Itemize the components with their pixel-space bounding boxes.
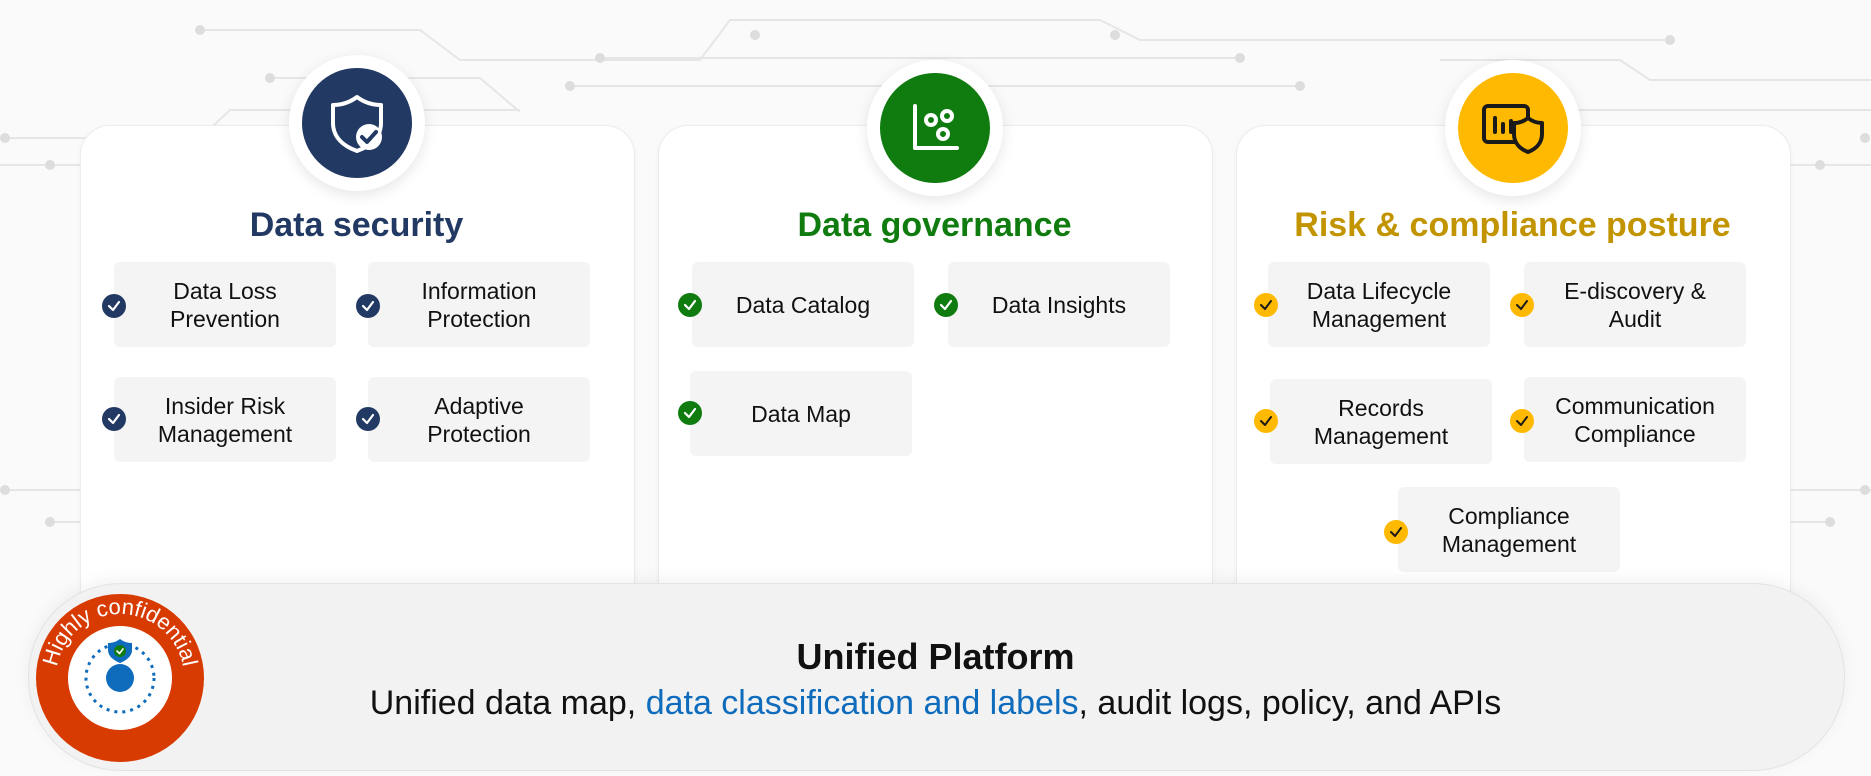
item-label: Insider Risk Management — [157, 392, 293, 447]
data-security-title: Data security — [249, 206, 464, 244]
check-icon — [1384, 520, 1408, 544]
item-label: Data Map — [751, 400, 851, 427]
check-icon — [678, 293, 702, 317]
sensitivity-label-icon: Highly confidential — [36, 594, 204, 762]
check-icon — [102, 407, 126, 431]
check-icon — [356, 407, 380, 431]
check-icon — [1510, 293, 1534, 317]
item-data-catalog: Data Catalog — [692, 262, 914, 347]
item-label: Communication Compliance — [1555, 392, 1715, 447]
item-records-management: Records Management — [1270, 379, 1492, 464]
item-label: Adaptive Protection — [427, 392, 531, 447]
item-adaptive-protection: Adaptive Protection — [368, 377, 590, 462]
item-compliance-management: Compliance Management — [1398, 487, 1620, 572]
risk-compliance-title: Risk & compliance posture — [1294, 206, 1731, 244]
item-e-discovery-audit: E-discovery & Audit — [1524, 262, 1746, 347]
check-icon — [934, 293, 958, 317]
check-icon — [678, 401, 702, 425]
item-label: E-discovery & Audit — [1564, 277, 1706, 332]
check-icon — [102, 294, 126, 318]
item-label: Data Catalog — [735, 291, 871, 318]
desc-text-after: , audit logs, policy, and APIs — [1078, 684, 1502, 722]
chart-dots-icon — [867, 60, 1003, 196]
item-label: Data Lifecycle Management — [1306, 277, 1452, 332]
item-data-lifecycle-management: Data Lifecycle Management — [1268, 262, 1490, 347]
check-icon — [1254, 293, 1278, 317]
item-label: Data Loss Prevention — [170, 277, 280, 332]
desc-highlight: data classification and labels — [645, 684, 1079, 722]
item-data-loss-prevention: Data Loss Prevention — [114, 262, 336, 347]
item-data-map: Data Map — [690, 371, 912, 456]
check-icon — [1254, 409, 1278, 433]
item-label: Information Protection — [421, 277, 537, 332]
unified-platform-description: Unified data map, data classification an… — [0, 684, 1871, 723]
item-information-protection: Information Protection — [368, 262, 590, 347]
data-governance-title: Data governance — [797, 206, 1072, 244]
item-label: Compliance Management — [1441, 502, 1577, 557]
check-icon — [356, 294, 380, 318]
item-label: Records Management — [1313, 394, 1449, 449]
unified-platform-title: Unified Platform — [796, 636, 1075, 677]
item-data-insights: Data Insights — [948, 262, 1170, 347]
shield-check-icon — [289, 55, 425, 191]
item-communication-compliance: Communication Compliance — [1524, 377, 1746, 462]
item-insider-risk-management: Insider Risk Management — [114, 377, 336, 462]
item-label: Data Insights — [991, 291, 1127, 318]
desc-text-before: Unified data map, — [369, 684, 646, 722]
dashboard-shield-icon — [1445, 60, 1581, 196]
check-icon — [1510, 409, 1534, 433]
